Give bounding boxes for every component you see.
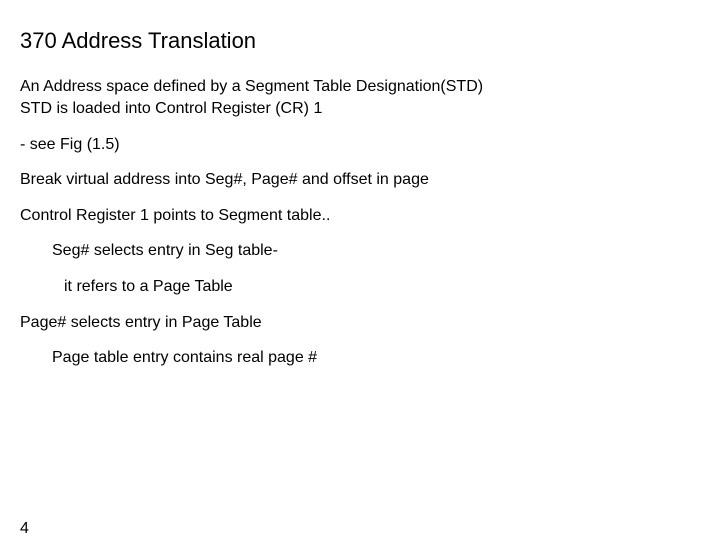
line-refers-pt: it refers to a Page Table [20, 276, 700, 298]
line-std-def: An Address space defined by a Segment Ta… [20, 76, 700, 98]
slide-body: An Address space defined by a Segment Ta… [20, 76, 700, 368]
line-break-va: Break virtual address into Seg#, Page# a… [20, 169, 700, 191]
line-page-selects: Page# selects entry in Page Table [20, 312, 700, 334]
line-std-loaded: STD is loaded into Control Register (CR)… [20, 98, 700, 120]
slide-title: 370 Address Translation [20, 28, 700, 54]
page-number: 4 [20, 520, 29, 538]
line-seg-selects: Seg# selects entry in Seg table- [20, 240, 700, 262]
slide: 370 Address Translation An Address space… [0, 0, 720, 540]
line-pt-entry: Page table entry contains real page # [20, 347, 700, 369]
line-cr1-points: Control Register 1 points to Segment tab… [20, 205, 700, 227]
line-see-fig: - see Fig (1.5) [20, 134, 700, 156]
